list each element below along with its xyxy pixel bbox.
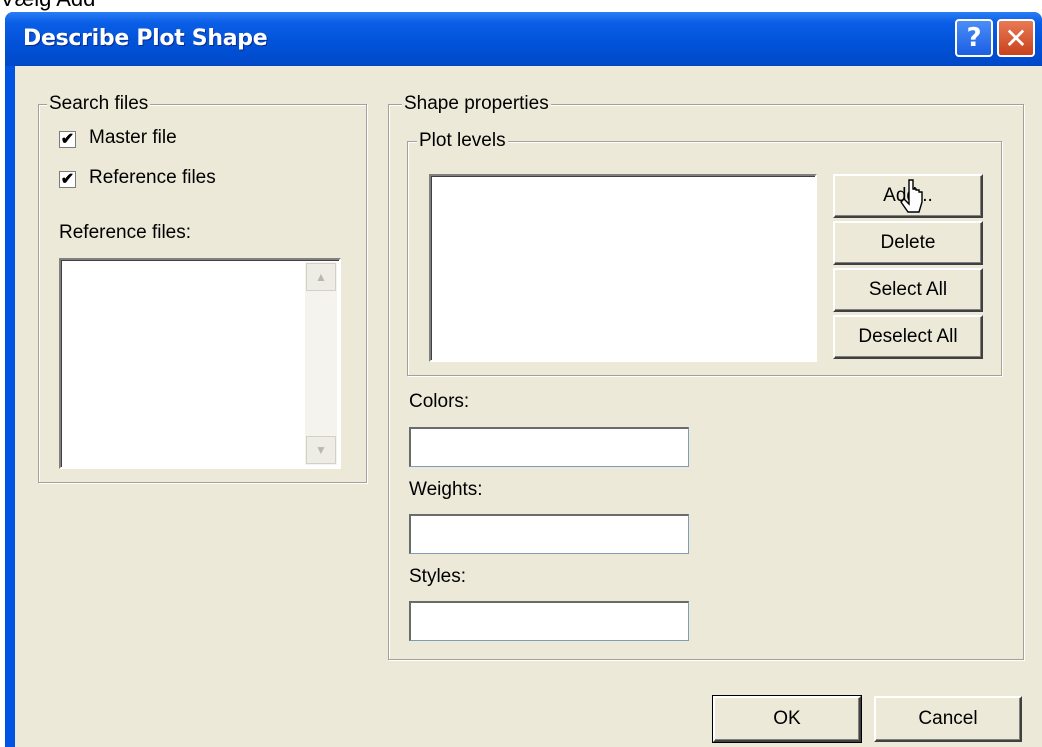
dialog-window: Describe Plot Shape ? ✕ Search files ✔ M… xyxy=(5,12,1042,747)
master-file-label[interactable]: Master file xyxy=(89,127,177,149)
scroll-down-button[interactable]: ▼ xyxy=(306,436,336,464)
delete-button-label: Delete xyxy=(880,232,936,253)
colors-label: Colors: xyxy=(409,391,470,412)
colors-field[interactable] xyxy=(409,427,689,467)
caption-text: Vælg Add xyxy=(0,0,95,10)
scroll-up-button[interactable]: ▲ xyxy=(306,263,336,291)
help-button[interactable]: ? xyxy=(955,19,993,57)
plot-levels-legend: Plot levels xyxy=(417,130,508,152)
delete-button[interactable]: Delete xyxy=(833,221,983,265)
reference-files-list[interactable]: ▲ ▼ xyxy=(59,258,341,469)
deselect-all-button-label: Deselect All xyxy=(858,326,958,347)
styles-field[interactable] xyxy=(409,601,689,641)
cancel-button[interactable]: Cancel xyxy=(874,696,1022,742)
help-icon: ? xyxy=(966,23,982,53)
weights-label: Weights: xyxy=(409,479,483,500)
reference-files-list-label: Reference files: xyxy=(59,222,192,243)
scroll-up-icon: ▲ xyxy=(315,270,327,284)
mouse-pointer-icon xyxy=(900,179,923,213)
deselect-all-button[interactable]: Deselect All xyxy=(833,315,983,359)
dialog-body: Search files ✔ Master file ✔ Reference f… xyxy=(15,66,1042,747)
check-icon: ✔ xyxy=(60,171,75,188)
reference-files-checkbox[interactable]: ✔ xyxy=(59,171,76,188)
plot-levels-group: Plot levels Add... Delete Select All Des… xyxy=(407,130,1002,376)
shape-properties-legend: Shape properties xyxy=(402,93,551,115)
select-all-button-label: Select All xyxy=(868,279,948,300)
search-files-group: Search files ✔ Master file ✔ Reference f… xyxy=(38,93,367,483)
search-files-legend: Search files xyxy=(47,93,151,115)
weights-field[interactable] xyxy=(409,514,689,554)
close-button[interactable]: ✕ xyxy=(997,19,1035,57)
close-icon: ✕ xyxy=(1004,21,1028,55)
ok-button-label: OK xyxy=(773,708,801,729)
ok-button[interactable]: OK xyxy=(712,695,862,743)
title-bar[interactable]: Describe Plot Shape ? ✕ xyxy=(5,12,1042,66)
styles-label: Styles: xyxy=(409,566,467,587)
scroll-down-icon: ▼ xyxy=(315,443,327,457)
scrollbar[interactable]: ▲ ▼ xyxy=(305,262,337,465)
reference-files-label[interactable]: Reference files xyxy=(89,167,216,189)
plot-levels-list[interactable] xyxy=(429,174,817,362)
select-all-button[interactable]: Select All xyxy=(833,268,983,312)
dialog-title: Describe Plot Shape xyxy=(23,26,268,51)
cancel-button-label: Cancel xyxy=(918,708,978,729)
master-file-checkbox[interactable]: ✔ xyxy=(59,131,76,148)
check-icon: ✔ xyxy=(60,131,75,148)
